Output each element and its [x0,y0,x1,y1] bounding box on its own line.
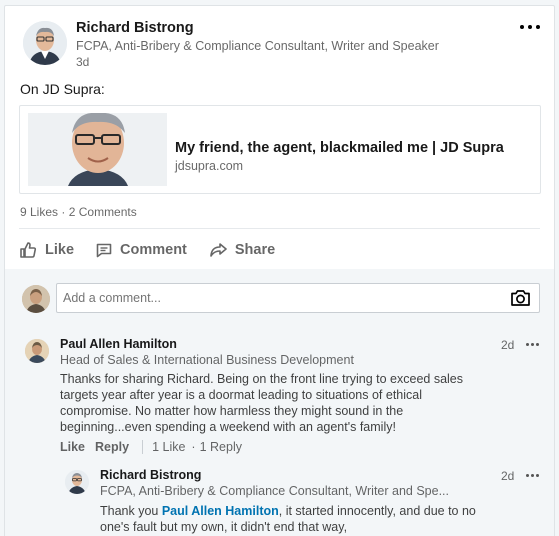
replier-name[interactable]: Richard Bistrong [100,468,201,482]
like-button[interactable]: Like [19,237,74,263]
comment-input[interactable] [63,291,483,305]
comment-like-button[interactable]: Like [60,440,85,454]
comment-reply-button[interactable]: Reply [95,440,129,454]
reply-text-before: Thank you [100,504,162,518]
replier-headline: FCPA, Anti-Bribery & Compliance Consulta… [100,484,449,498]
post-text: On JD Supra: [20,81,105,97]
author-name[interactable]: Richard Bistrong [76,20,194,36]
link-thumbnail [28,113,167,186]
divider [19,228,540,229]
likes-count[interactable]: 9 Likes [20,205,58,219]
link-preview-card[interactable]: My friend, the agent, blackmailed me | J… [19,105,541,194]
comments-count[interactable]: 2 Comments [69,205,137,219]
share-label: Share [234,242,276,258]
commenter-headline: Head of Sales & International Business D… [60,353,354,367]
thumbs-up-icon [19,241,37,259]
mention-link[interactable]: Paul Allen Hamilton [162,504,279,518]
social-counts: 9 Likes · 2 Comments [20,205,137,219]
reply-more-icon[interactable] [525,469,541,481]
replier-avatar[interactable] [65,470,89,494]
comment-input-box [56,283,540,313]
author-headline: FCPA, Anti-Bribery & Compliance Consulta… [76,39,439,53]
share-icon [209,242,227,258]
comment-count-separator: · [191,440,196,454]
like-label: Like [45,242,75,258]
reply-text: Thank you Paul Allen Hamilton, it starte… [100,503,480,535]
post-actions: Like Comment Share [19,237,275,263]
share-button[interactable]: Share [209,237,275,263]
commenter-name[interactable]: Paul Allen Hamilton [60,337,177,351]
comment-more-icon[interactable] [525,338,541,350]
link-title[interactable]: My friend, the agent, blackmailed me | J… [175,140,504,156]
link-domain: jdsupra.com [175,159,244,173]
comment-like-count[interactable]: 1 Like [152,440,185,454]
comment-label: Comment [120,242,187,258]
comment-actions-divider [142,440,144,454]
comment-reply-count[interactable]: 1 Reply [200,440,242,454]
comment-button[interactable]: Comment [96,237,187,263]
comment-text: Thanks for sharing Richard. Being on the… [60,372,463,434]
author-avatar[interactable] [23,21,67,65]
feed-post-card: Richard Bistrong FCPA, Anti-Bribery & Co… [4,5,555,536]
post-timestamp: 3d [76,55,90,69]
current-user-avatar [22,285,50,313]
comments-section: Paul Allen Hamilton Head of Sales & Inte… [5,269,554,536]
commenter-avatar[interactable] [25,339,49,363]
comment-icon [96,242,112,258]
comment-actions: Like Reply 1 Like · 1 Reply [60,440,242,454]
camera-icon[interactable] [510,289,531,312]
counts-separator: · [61,205,66,219]
comment-timestamp: 2d [501,338,515,352]
reply-timestamp: 2d [501,469,515,483]
more-horizontal-icon[interactable] [516,15,544,37]
